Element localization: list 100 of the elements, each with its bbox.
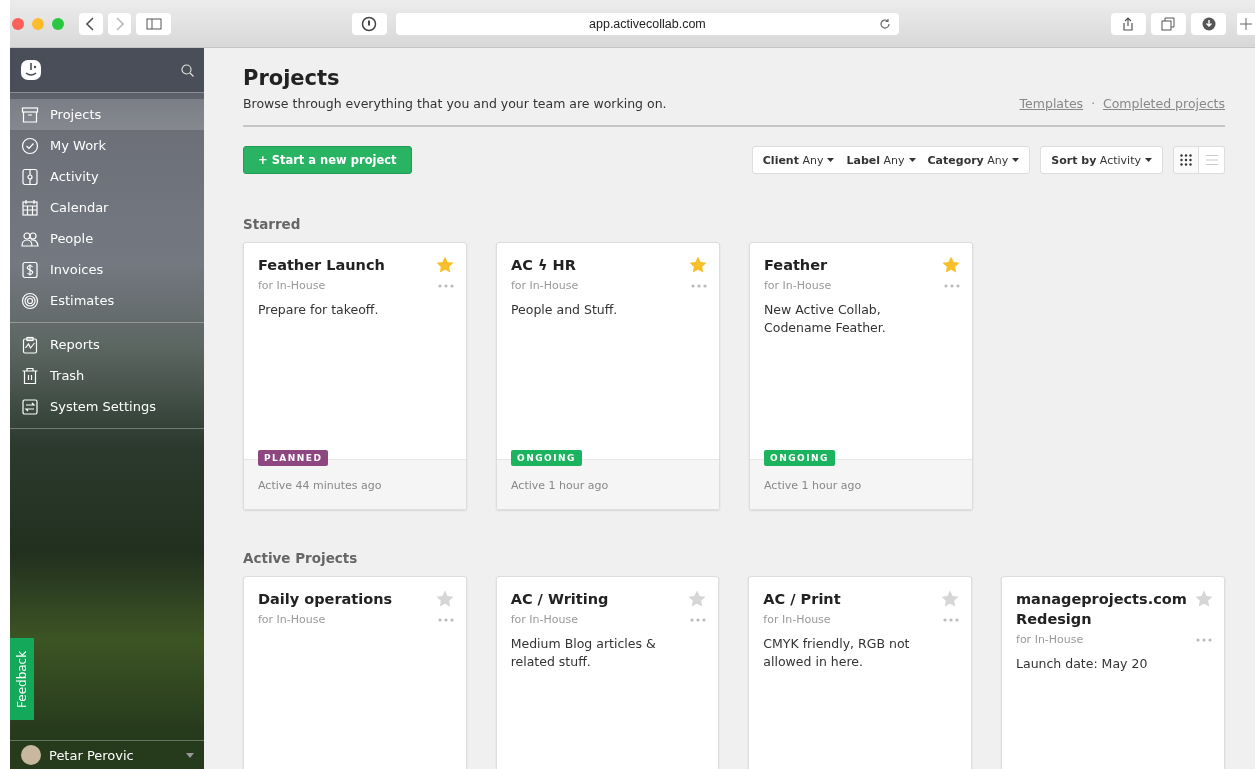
project-description: Medium Blog articles & related stuff. — [510, 635, 657, 671]
status-badge: ONGOING — [511, 450, 582, 466]
sidebar-item[interactable]: Calendar — [10, 192, 204, 223]
project-name: AC / Writing — [510, 590, 609, 609]
grid-view-button[interactable] — [1173, 146, 1199, 174]
star-icon[interactable] — [689, 256, 707, 273]
download-button[interactable] — [1191, 12, 1227, 35]
status-badge: ONGOING — [764, 450, 835, 466]
project-card[interactable]: Feather for In-House New Active Collab, Codename Feather. ONGOING Active 1 hour ago — [749, 242, 973, 510]
key-circle-icon — [361, 15, 378, 32]
avatar — [21, 745, 41, 765]
client-label: for In-House — [258, 279, 326, 292]
project-description: New Active Collab, Codename Feather. — [764, 301, 887, 337]
sidebar-item[interactable]: Reports — [10, 329, 204, 360]
sidebar-item[interactable]: System Settings — [10, 391, 204, 422]
project-card[interactable]: AC ϟ HR for In-House People and Stuff. ONGOING Active 1 hour ago — [496, 242, 720, 510]
new-tab-button[interactable] — [1237, 12, 1255, 35]
target-icon — [21, 291, 39, 310]
activity-icon — [21, 167, 39, 186]
search-icon[interactable] — [181, 63, 194, 77]
caret-icon — [827, 158, 835, 162]
share-button[interactable] — [1110, 12, 1146, 35]
sidebar-item[interactable]: My Work — [10, 130, 204, 161]
project-card[interactable]: AC / Writing for In-House Medium Blog articles & related stuff. — [495, 576, 720, 769]
project-name: AC ϟ HR — [511, 256, 576, 275]
project-name: AC / Print — [763, 590, 841, 609]
sidebar-toggle-button[interactable] — [136, 12, 172, 35]
client-label: for In-House — [764, 279, 832, 292]
sidebar-icon — [145, 17, 162, 30]
star-outline-icon[interactable] — [1194, 590, 1213, 607]
sidebar-item[interactable]: People — [10, 223, 204, 254]
more-icon[interactable] — [438, 283, 454, 288]
page-subtitle: Browse through everything that you and your team are working on. — [243, 96, 667, 111]
more-icon[interactable] — [437, 617, 454, 622]
archive-icon — [21, 105, 39, 124]
separator-dot: · — [1091, 97, 1095, 111]
sidebar-item[interactable]: Invoices — [10, 254, 204, 285]
more-icon[interactable] — [690, 617, 707, 622]
chevron-left-icon — [85, 16, 96, 31]
client-label: for In-House — [510, 613, 578, 626]
sidebar-item[interactable]: Trash — [10, 360, 204, 391]
star-outline-icon[interactable] — [941, 590, 959, 607]
client-label: for In-House — [763, 613, 831, 626]
caret-icon — [186, 752, 194, 758]
project-name: manageprojects.com Redesign — [1016, 590, 1187, 629]
plus-icon — [1240, 17, 1253, 30]
clipboard-icon — [21, 335, 39, 354]
project-name: Feather Launch — [258, 256, 385, 275]
activity-time: Active 1 hour ago — [511, 479, 609, 492]
more-icon[interactable] — [1196, 637, 1212, 642]
check-circle-icon — [21, 136, 39, 155]
star-outline-icon[interactable] — [688, 590, 707, 607]
caret-icon — [1145, 158, 1152, 162]
client-label: for In-House — [511, 279, 579, 292]
project-description: People and Stuff. — [511, 301, 619, 319]
project-description: Launch date: May 20 — [1016, 655, 1149, 673]
sidebar-item[interactable]: Activity — [10, 161, 204, 192]
share-icon — [1122, 16, 1135, 31]
project-card[interactable]: AC / Print for In-House CMYK friendly, RGB not allowed in here. — [748, 576, 972, 769]
activity-time: Active 44 minutes ago — [258, 479, 382, 492]
trash-icon — [21, 366, 39, 385]
star-icon[interactable] — [436, 256, 454, 273]
project-card[interactable]: Feather Launch for In-House Prepare for takeoff. PLANNED Active 44 minutes ago — [243, 242, 467, 510]
sort-dropdown[interactable]: Sort by Activity — [1040, 146, 1163, 174]
download-icon — [1201, 16, 1216, 31]
calendar-icon — [21, 198, 39, 217]
project-description: Prepare for takeoff. — [258, 301, 380, 319]
project-name: Feather — [764, 256, 828, 275]
section-heading: Starred — [243, 216, 302, 232]
project-name: Daily operations — [258, 590, 393, 609]
more-icon[interactable] — [943, 617, 959, 622]
more-icon[interactable] — [691, 283, 707, 288]
star-icon[interactable] — [942, 256, 960, 273]
back-button[interactable] — [79, 12, 103, 35]
caret-icon — [908, 158, 916, 162]
address-field[interactable]: app.activecollab.com — [395, 12, 899, 35]
reload-icon[interactable] — [879, 17, 891, 30]
project-card[interactable]: Daily operations for In-House — [243, 576, 467, 769]
project-description: CMYK friendly, RGB not allowed in here. — [763, 635, 911, 671]
logo-icon — [20, 59, 42, 81]
page-title: Projects — [243, 66, 341, 90]
minimize-button[interactable] — [32, 17, 44, 30]
sidebar-item[interactable]: Estimates — [10, 285, 204, 316]
close-button[interactable] — [12, 17, 24, 30]
password-button[interactable] — [351, 12, 387, 35]
chevron-right-icon — [114, 16, 125, 31]
section-heading: Active Projects — [243, 550, 359, 566]
project-card[interactable]: manageprojects.com Redesign for In-House Launch date: May 20 — [1001, 576, 1225, 769]
star-outline-icon[interactable] — [435, 590, 454, 607]
tabs-icon — [1161, 16, 1176, 31]
settings-icon — [21, 397, 39, 416]
zoom-button[interactable] — [52, 17, 64, 30]
sidebar-item[interactable]: Projects — [10, 99, 204, 130]
client-label: for In-House — [1016, 633, 1084, 646]
status-badge: PLANNED — [258, 450, 329, 466]
dollar-icon — [21, 260, 39, 279]
client-label: for In-House — [258, 613, 326, 626]
activity-time: Active 1 hour ago — [764, 479, 862, 492]
user-menu[interactable]: Petar Perovic — [10, 740, 204, 769]
more-icon[interactable] — [944, 283, 960, 288]
